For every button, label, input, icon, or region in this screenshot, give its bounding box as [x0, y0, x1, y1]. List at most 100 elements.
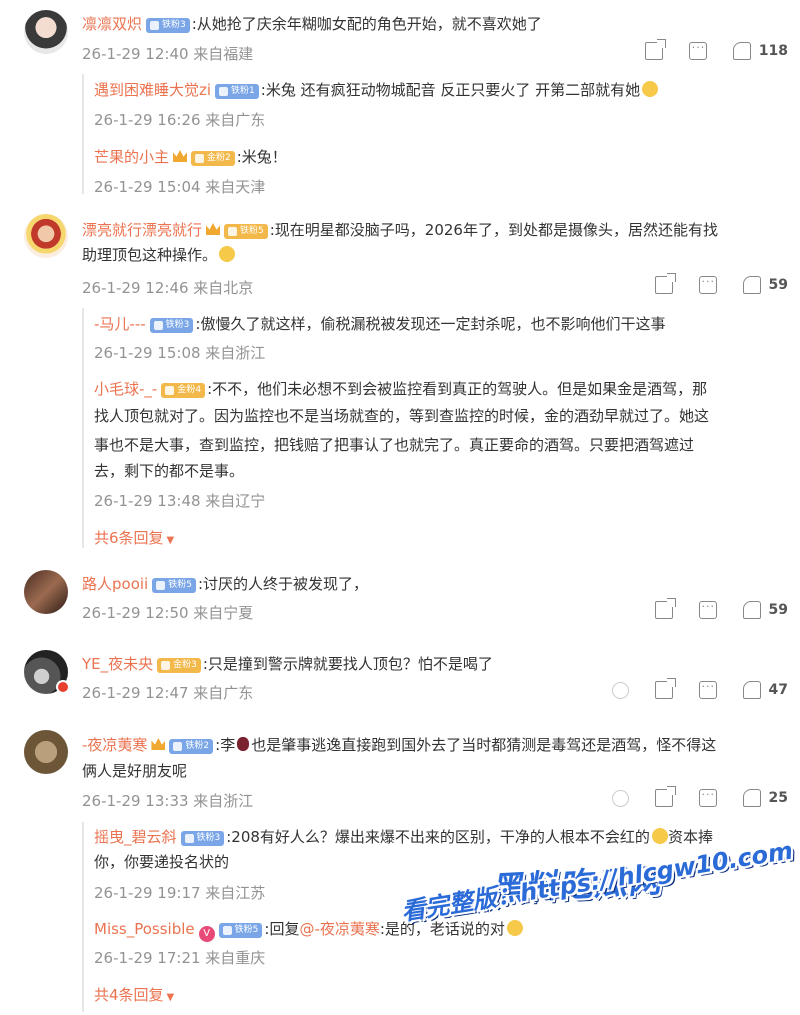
reply-text: :是的，老话说的对: [379, 920, 505, 938]
comment-icon[interactable]: [688, 41, 707, 60]
comment-actions: 47: [596, 678, 788, 699]
reply-text: 找人顶包就对了。因为监控也不是当场就查的，等到查监控的时候，金的酒劲早就过了。她…: [94, 407, 710, 425]
comment-meta: 26-1-29 12:46 来自北京: [82, 279, 254, 297]
comment-meta: 26-1-29 12:47 来自广东: [82, 684, 254, 702]
like-count: 47: [768, 682, 788, 698]
user-name[interactable]: 凛凛双炽: [82, 15, 142, 33]
avatar[interactable]: [24, 10, 68, 54]
reply-user-name[interactable]: 小毛球-_-: [94, 380, 157, 398]
reply-text: :208有好人么？爆出来爆不出来的区别，干净的人根本不会红的: [226, 828, 650, 846]
reply-text: 你，你要递投名状的: [94, 853, 230, 871]
verified-badge-icon: [56, 680, 70, 694]
dislike-icon[interactable]: [611, 681, 629, 699]
comment-actions: 25: [596, 786, 788, 807]
reply-text: :回复: [264, 920, 300, 938]
more-replies-label: 共4条回复: [94, 986, 164, 1004]
more-replies-link[interactable]: 共6条回复 ▼: [94, 527, 174, 548]
reply-meta: 26-1-29 17:21 来自重庆: [94, 949, 266, 967]
comment-meta: 26-1-29 12:40 来自福建: [82, 45, 254, 63]
share-icon[interactable]: [644, 39, 666, 60]
reply-meta: 26-1-29 13:48 来自辽宁: [94, 492, 266, 510]
dislike-icon[interactable]: [611, 789, 629, 807]
comment-icon[interactable]: [698, 275, 717, 294]
fan-badge[interactable]: 金粉3: [157, 658, 201, 673]
reply-user-name[interactable]: 芒果的小主: [94, 148, 169, 166]
comment-text: 俩人是好朋友呢: [82, 762, 188, 780]
share-icon[interactable]: [654, 678, 676, 699]
comment-actions: 59: [629, 273, 788, 294]
user-name[interactable]: 路人pooii: [82, 575, 148, 593]
comment-text: :李: [215, 736, 236, 754]
share-icon[interactable]: [654, 598, 676, 619]
mention-link[interactable]: @-夜凉荑寒: [299, 920, 379, 938]
comment-text: :从她抢了庆余年糊咖女配的角色开始，就不喜欢她了: [191, 15, 542, 33]
user-name[interactable]: YE_夜未央: [82, 655, 153, 673]
crown-icon: [151, 738, 166, 750]
like-count: 59: [768, 602, 788, 618]
more-replies-label: 共6条回复: [94, 529, 164, 547]
laugh-emoji-icon: [651, 828, 668, 844]
crown-icon: [206, 223, 221, 235]
bug-emoji-icon: [237, 737, 250, 751]
comment-meta: 26-1-29 12:50 来自宁夏: [82, 604, 254, 622]
share-icon[interactable]: [654, 786, 676, 807]
fan-badge[interactable]: 铁粉5: [224, 224, 268, 239]
comment-actions: 59: [629, 598, 788, 619]
like-icon[interactable]: [742, 681, 761, 699]
fan-badge[interactable]: 铁粉3: [149, 318, 194, 333]
like-count: 59: [768, 277, 788, 293]
chevron-down-icon: ▼: [166, 992, 175, 1003]
reply-text: :不不，他们未必想不到会被监控看到真正的驾驶人。但是如果金是酒驾，那: [207, 380, 708, 398]
reply-user-name[interactable]: Miss_Possible: [94, 920, 195, 938]
comment-text: 助理顶包这种操作。: [82, 246, 218, 264]
fan-badge[interactable]: 金粉4: [161, 383, 206, 398]
reply-meta: 26-1-29 15:08 来自浙江: [94, 344, 266, 362]
avatar[interactable]: [24, 214, 68, 258]
like-count: 118: [758, 43, 788, 59]
reply-divider: [82, 74, 84, 194]
comment-icon[interactable]: [698, 680, 717, 699]
emoji-icon: [642, 81, 659, 97]
fan-badge[interactable]: 铁粉5: [152, 578, 196, 593]
reply-text: :米兔 还有疯狂动物城配音 反正只要火了 开第二部就有她: [260, 81, 641, 99]
reply-meta: 26-1-29 15:04 来自天津: [94, 178, 266, 196]
like-count: 25: [768, 790, 788, 806]
comment-actions: 118: [619, 39, 788, 60]
reply-user-name[interactable]: 遇到困难睡大觉zi: [94, 81, 211, 99]
comment-text: :讨厌的人终于被发现了，: [197, 575, 369, 593]
emoji-icon: [219, 246, 236, 262]
comment-text: 也是肇事逃逸直接跑到国外去了当时都猜测是毒驾还是酒驾，怪不得这: [251, 736, 717, 754]
comment-icon[interactable]: [698, 788, 717, 807]
reply-text: :傲慢久了就这样，偷税漏税被发现还一定封杀呢，也不影响他们干这事: [195, 315, 666, 333]
reply-user-name[interactable]: 摇曳_碧云斜: [94, 828, 177, 846]
reply-text: :米兔！: [236, 148, 287, 166]
comment-meta: 26-1-29 13:33 来自浙江: [82, 792, 254, 810]
avatar[interactable]: [24, 730, 68, 774]
reply-meta: 26-1-29 16:26 来自广东: [94, 111, 266, 129]
like-icon[interactable]: [732, 42, 751, 60]
chevron-down-icon: ▼: [166, 535, 175, 546]
fan-badge[interactable]: 铁粉5: [218, 923, 263, 938]
fan-badge[interactable]: 金粉2: [191, 151, 235, 166]
like-icon[interactable]: [742, 276, 761, 294]
fan-badge[interactable]: 铁粉3: [146, 18, 190, 33]
user-name[interactable]: 漂亮就行漂亮就行: [82, 221, 202, 239]
reply-divider: [82, 308, 84, 548]
like-icon[interactable]: [742, 601, 761, 619]
share-icon[interactable]: [654, 273, 676, 294]
reply-text: 事也不是大事，查到监控，把钱赔了把事认了也就完了。真正要命的酒驾。只要把酒驾遮过: [94, 436, 695, 454]
reply-user-name[interactable]: -马儿---: [94, 315, 146, 333]
emoji-icon: [506, 920, 523, 936]
comment-icon[interactable]: [698, 600, 717, 619]
comment-text: :现在明星都没脑子吗，2026年了，到处都是摄像头，居然还能有找: [269, 221, 718, 239]
reply-divider: [82, 822, 84, 1012]
like-icon[interactable]: [742, 789, 761, 807]
more-replies-link[interactable]: 共4条回复 ▼: [94, 984, 174, 1005]
fan-badge[interactable]: 铁粉3: [180, 831, 225, 846]
fan-badge[interactable]: 铁粉2: [169, 739, 214, 754]
verified-v-icon: V: [198, 926, 215, 942]
reply-meta: 26-1-29 19:17 来自江苏: [94, 884, 266, 902]
avatar[interactable]: [24, 570, 68, 614]
fan-badge[interactable]: 铁粉1: [215, 84, 259, 99]
user-name[interactable]: -夜凉荑寒: [82, 736, 147, 754]
